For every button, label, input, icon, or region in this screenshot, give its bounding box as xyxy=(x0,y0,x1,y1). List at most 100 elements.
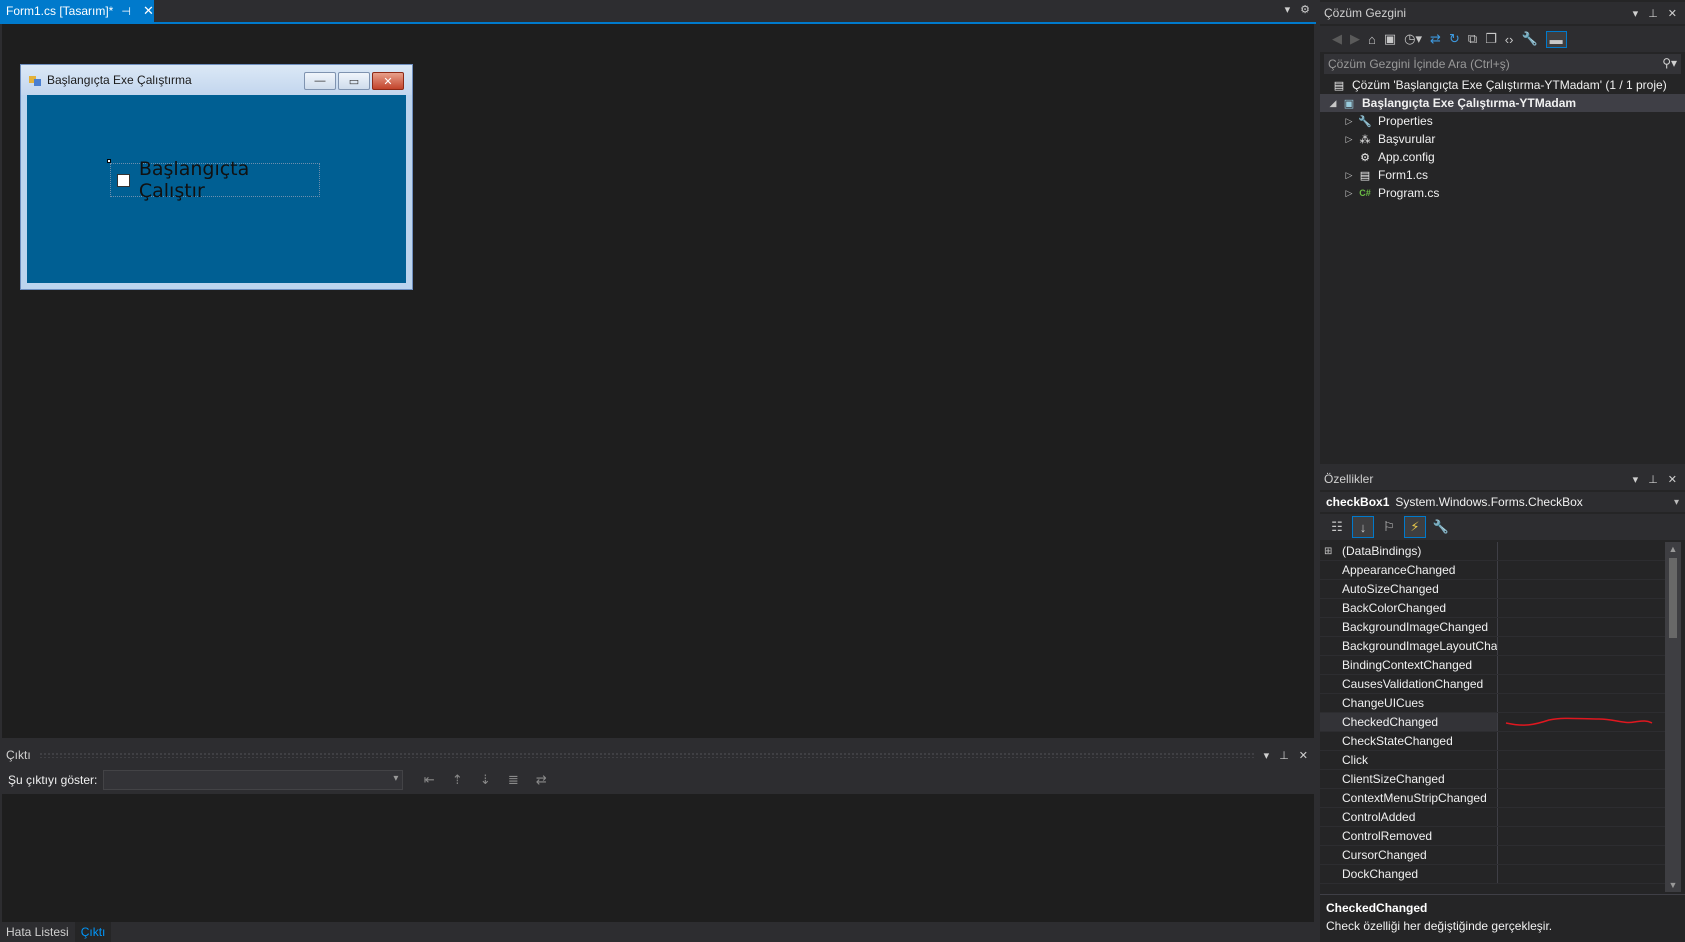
property-row[interactable]: ContextMenuStripChanged xyxy=(1320,789,1665,808)
home-icon[interactable]: ⌂ xyxy=(1368,32,1376,47)
close-icon[interactable]: ✕ xyxy=(1668,473,1677,486)
tree-label: App.config xyxy=(1378,150,1435,164)
tab-output[interactable]: Çıktı xyxy=(74,922,112,942)
refresh-icon[interactable]: ↻ xyxy=(1449,31,1460,47)
show-output-label: Şu çıktıyı göster: xyxy=(8,773,98,787)
property-name: Click xyxy=(1320,751,1498,769)
property-row[interactable]: CausesValidationChanged xyxy=(1320,675,1665,694)
collapse-all-icon[interactable]: ⧉ xyxy=(1468,31,1477,47)
property-row[interactable]: AutoSizeChanged xyxy=(1320,580,1665,599)
property-row[interactable]: BackgroundImageLayoutCha xyxy=(1320,637,1665,656)
gear-icon[interactable]: ⚙ xyxy=(1300,3,1310,16)
find-message-icon[interactable]: ⇤ xyxy=(419,772,439,788)
next-message-icon[interactable]: ⇣ xyxy=(475,772,495,788)
property-row[interactable]: Click xyxy=(1320,751,1665,770)
tree-label: Properties xyxy=(1378,114,1433,128)
property-row[interactable]: BindingContextChanged xyxy=(1320,656,1665,675)
form-client-area[interactable]: Başlangıçta Çalıştır xyxy=(27,95,406,283)
csharp-project-icon: ▣ xyxy=(1343,97,1355,110)
events-lightning-icon[interactable]: ⚡ xyxy=(1404,516,1426,538)
collapsed-icon[interactable]: ▷ xyxy=(1342,134,1356,145)
expand-icon[interactable]: ⊞ xyxy=(1324,546,1338,557)
collapsed-icon[interactable]: ▷ xyxy=(1342,170,1356,181)
close-icon[interactable]: ✕ xyxy=(1299,749,1308,762)
output-source-select[interactable] xyxy=(103,770,404,790)
dropdown-icon[interactable]: ▾ xyxy=(1633,7,1639,20)
property-row[interactable]: ControlAdded xyxy=(1320,808,1665,827)
form-app-icon xyxy=(29,74,41,86)
close-icon[interactable]: ✕ xyxy=(1668,7,1677,20)
references-icon: ⁂ xyxy=(1359,133,1371,146)
pin-icon[interactable]: ⊥ xyxy=(1279,749,1289,762)
property-name: ClientSizeChanged xyxy=(1320,770,1498,788)
view-code-icon[interactable]: ‹› xyxy=(1505,32,1514,47)
design-surface[interactable]: Başlangıçta Exe Çalıştırma — ▭ ✕ Başlang… xyxy=(2,24,1314,738)
property-pages-icon[interactable]: 🔧 xyxy=(1430,516,1452,538)
tree-node-app-config[interactable]: ⚙ App.config xyxy=(1320,148,1685,166)
property-row[interactable]: ChangeUICues xyxy=(1320,694,1665,713)
forward-icon[interactable]: ▶ xyxy=(1350,31,1360,47)
pending-changes-filter-icon[interactable]: ◷▾ xyxy=(1404,31,1422,47)
property-name: ControlRemoved xyxy=(1320,827,1498,845)
property-row[interactable]: AppearanceChanged xyxy=(1320,561,1665,580)
expanded-icon[interactable]: ◢ xyxy=(1326,98,1340,109)
scroll-up-icon[interactable]: ▲ xyxy=(1665,544,1681,554)
tree-node-solution[interactable]: ▤ Çözüm 'Başlangıçta Exe Çalıştırma-YTMa… xyxy=(1320,76,1685,94)
form-icon: ▤ xyxy=(1359,169,1371,182)
switch-views-icon[interactable]: ▣ xyxy=(1384,31,1396,47)
properties-toolbar: ☷ ↓ ⚐ ⚡ 🔧 xyxy=(1320,514,1685,540)
pin-icon[interactable]: ⊥ xyxy=(1648,7,1658,20)
event-handler-value[interactable] xyxy=(1498,713,1665,731)
close-tab-icon[interactable]: ✕ xyxy=(143,3,154,19)
chevron-down-icon[interactable]: ▾ xyxy=(1674,497,1679,508)
alphabetical-icon[interactable]: ↓ xyxy=(1352,516,1374,538)
pin-icon[interactable]: ⊣ xyxy=(121,5,131,18)
scroll-thumb[interactable] xyxy=(1669,558,1677,638)
collapsed-icon[interactable]: ▷ xyxy=(1342,188,1356,199)
solution-search-input[interactable]: Çözüm Gezgini İçinde Ara (Ctrl+ş) ⚲▾ xyxy=(1324,54,1681,74)
property-name: (DataBindings) xyxy=(1342,544,1422,558)
tree-node-references[interactable]: ▷ ⁂ Başvurular xyxy=(1320,130,1685,148)
form-preview[interactable]: Başlangıçta Exe Çalıştırma — ▭ ✕ Başlang… xyxy=(20,64,413,290)
property-row[interactable]: ClientSizeChanged xyxy=(1320,770,1665,789)
checkbox1-control[interactable]: Başlangıçta Çalıştır xyxy=(110,158,320,202)
property-row[interactable]: ⊞ (DataBindings) xyxy=(1320,542,1665,561)
previous-message-icon[interactable]: ⇡ xyxy=(447,772,467,788)
property-row[interactable]: ControlRemoved xyxy=(1320,827,1665,846)
tab-dropdown-icon[interactable]: ▾ xyxy=(1285,3,1291,16)
back-icon[interactable]: ◀ xyxy=(1332,31,1342,47)
scroll-down-icon[interactable]: ▼ xyxy=(1665,880,1681,890)
property-name: BackColorChanged xyxy=(1320,599,1498,617)
tab-form1-design[interactable]: Form1.cs [Tasarım]* ⊣ ✕ xyxy=(0,0,154,22)
property-row-selected[interactable]: CheckedChanged xyxy=(1320,713,1665,732)
dropdown-icon[interactable]: ▾ xyxy=(1264,749,1270,762)
output-text-area[interactable] xyxy=(2,794,1314,922)
show-all-files-icon[interactable]: ❐ xyxy=(1485,31,1497,47)
tab-error-list[interactable]: Hata Listesi xyxy=(0,922,75,942)
tree-node-form1[interactable]: ▷ ▤ Form1.cs xyxy=(1320,166,1685,184)
tree-node-program[interactable]: ▷ C# Program.cs xyxy=(1320,184,1685,202)
property-grid-scrollbar[interactable]: ▲ ▼ xyxy=(1665,542,1681,892)
search-icon[interactable]: ⚲▾ xyxy=(1662,56,1677,70)
wrench-icon[interactable]: 🔧 xyxy=(1521,31,1537,47)
property-row[interactable]: BackgroundImageChanged xyxy=(1320,618,1665,637)
object-selector[interactable]: checkBox1 System.Windows.Forms.CheckBox … xyxy=(1320,492,1685,512)
collapsed-icon[interactable]: ▷ xyxy=(1342,116,1356,127)
property-row[interactable]: CheckStateChanged xyxy=(1320,732,1665,751)
properties-view-icon[interactable]: ⚐ xyxy=(1378,516,1400,538)
tree-node-project[interactable]: ◢ ▣ Başlangıçta Exe Çalıştırma-YTMadam xyxy=(1320,94,1685,112)
property-row[interactable]: DockChanged xyxy=(1320,865,1665,884)
tree-node-properties[interactable]: ▷ 🔧 Properties xyxy=(1320,112,1685,130)
property-row[interactable]: BackColorChanged xyxy=(1320,599,1665,618)
property-name: CheckedChanged xyxy=(1320,713,1498,731)
dropdown-icon[interactable]: ▾ xyxy=(1633,473,1639,486)
preview-icon[interactable]: ▬ xyxy=(1545,30,1567,48)
categorized-icon[interactable]: ☷ xyxy=(1326,516,1348,538)
word-wrap-icon[interactable]: ⇄ xyxy=(531,772,551,788)
clear-all-icon[interactable]: ≣ xyxy=(503,772,523,788)
property-row[interactable]: CursorChanged xyxy=(1320,846,1665,865)
property-name: CheckStateChanged xyxy=(1320,732,1498,750)
output-title: Çıktı xyxy=(6,748,31,762)
sync-icon[interactable]: ⇄ xyxy=(1430,31,1441,47)
pin-icon[interactable]: ⊥ xyxy=(1648,473,1658,486)
